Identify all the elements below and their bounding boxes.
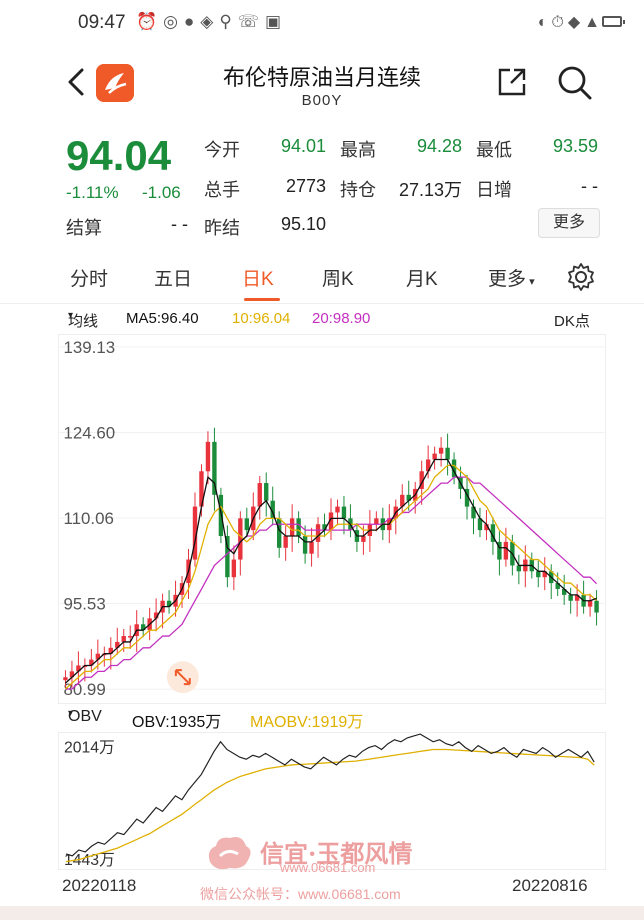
candle-body [432, 453, 437, 460]
last-price: 94.04 [66, 132, 172, 179]
page-title: 布伦特原油当月连续 [222, 65, 421, 90]
open-interest-value: 27.13万 [398, 180, 462, 200]
share-icon[interactable] [496, 66, 528, 98]
candle-body [516, 565, 522, 572]
low-value: 93.59 [552, 136, 598, 156]
status-time: 09:47 [78, 12, 126, 33]
y-tick-label: 95.53 [63, 594, 105, 613]
tab-more[interactable]: 更多 ▾ [488, 264, 535, 291]
candle-body [244, 518, 249, 531]
quote-panel: 94.04 -1.11% -1.06 今开 94.01 最高 94.28 最低 … [0, 128, 644, 244]
start-date-label: 20220118 [62, 876, 137, 895]
candle-body [264, 483, 269, 501]
open-value: 94.01 [280, 136, 326, 156]
obv-legend: OBV ▾ OBV:1935万 MAOBV:1919万 [60, 708, 604, 731]
change-amount: -1.06 [142, 183, 181, 202]
prev-settle-value: 95.10 [280, 214, 326, 234]
end-date-label: 20220816 [512, 876, 588, 895]
low-label: 最低 [476, 140, 512, 160]
candle-body [315, 524, 321, 542]
open-interest-label: 持仓 [340, 180, 376, 200]
ma5-value: MA5:96.40 [126, 310, 199, 327]
candle-body [231, 559, 237, 578]
candle-body [302, 536, 308, 554]
volume-label: 总手 [204, 180, 240, 200]
candlestick-chart[interactable]: 139.13124.60110.0695.5380.99 [58, 334, 606, 704]
candle-body [335, 506, 340, 513]
caret-down-icon: ▾ [68, 310, 74, 321]
candle-body [594, 600, 599, 613]
header: 布伦特原油当月连续 B00Y [0, 52, 644, 116]
candle-body [212, 441, 217, 495]
dk-point-button[interactable]: DK点 [554, 310, 590, 331]
candle-body [536, 571, 541, 578]
active-tab-indicator [244, 298, 280, 301]
notification-icons: ⏰◎●◈⚲☏▣ [136, 12, 288, 31]
obv-selector-label: OBV [68, 708, 102, 725]
candle-body [445, 447, 450, 460]
candle-body [374, 518, 379, 525]
y-tick-label: 110.06 [63, 509, 113, 528]
tab-intraday[interactable]: 分时 [70, 264, 108, 291]
bottom-bar [0, 906, 644, 920]
high-label: 最高 [340, 140, 376, 160]
daily-increase-label: 日增 [476, 180, 512, 200]
settle-label: 结算 [66, 218, 102, 238]
candle-body [503, 541, 509, 560]
system-icons: ◐⏱◆▲ [537, 14, 604, 31]
expand-chart-icon[interactable] [166, 661, 199, 694]
ma20-value: 20:98.90 [312, 310, 371, 327]
watermark: 信宜·玉都风情 www.06681.com 微信公众帐号：www.06681.c… [200, 828, 460, 908]
caret-down-icon: ▾ [68, 708, 74, 719]
candle-body [121, 636, 126, 642]
battery-icon [602, 16, 625, 27]
candle-body [568, 594, 573, 601]
ma-legend: 均线 ▾ MA5:96.40 10:96.04 20:98.90 DK点 [60, 310, 604, 332]
prev-settle-label: 昨结 [204, 218, 240, 238]
contract-code: B00Y [301, 92, 343, 109]
watermark-subtitle: 微信公众帐号：www.06681.com [200, 886, 401, 902]
candle-body [587, 600, 593, 607]
candle-body [128, 636, 133, 638]
open-label: 今开 [204, 140, 240, 160]
change-percent: -1.11% [66, 183, 119, 202]
high-value: 94.28 [416, 136, 462, 156]
search-icon[interactable] [556, 64, 594, 102]
candle-body [277, 518, 282, 548]
y-tick-label: 124.60 [63, 423, 115, 442]
candle-body [361, 536, 366, 542]
candle-body [257, 483, 262, 507]
settle-value: - - [171, 214, 188, 234]
period-tabs: 分时 五日 日K 周K 月K 更多 ▾ [0, 254, 644, 304]
tab-more-label: 更多 [488, 269, 527, 290]
candle-body [438, 447, 444, 454]
tab-five-day[interactable]: 五日 [154, 264, 192, 291]
candle-body [289, 518, 295, 537]
candle-body [341, 506, 347, 519]
candle-body [238, 518, 243, 560]
more-info-button[interactable]: 更多 [538, 208, 600, 238]
gear-icon[interactable] [566, 262, 596, 292]
candle-body [205, 441, 211, 472]
candle-body [283, 536, 288, 548]
tab-daily-k[interactable]: 日K [242, 264, 274, 291]
tab-weekly-k[interactable]: 周K [322, 264, 354, 291]
tab-monthly-k[interactable]: 月K [406, 264, 438, 291]
status-bar: 09:47 ⏰◎●◈⚲☏▣ ◐⏱◆▲ [0, 0, 644, 44]
candle-body [63, 677, 68, 681]
obv-value: OBV:1935万 [132, 714, 222, 731]
caret-down-icon: ▾ [526, 276, 535, 288]
candle-body [309, 541, 314, 554]
volume-value: 2773 [285, 176, 326, 196]
watermark-logo-icon [208, 837, 251, 870]
y-tick-label: 139.13 [63, 338, 115, 357]
watermark-url: www.06681.com [280, 860, 376, 875]
daily-increase-value: - - [581, 176, 598, 196]
ma10-value: 10:96.04 [232, 310, 291, 327]
obv-max-label: 2014万 [64, 740, 115, 757]
candle-body [296, 518, 301, 537]
maobv-value: MAOBV:1919万 [250, 714, 364, 731]
